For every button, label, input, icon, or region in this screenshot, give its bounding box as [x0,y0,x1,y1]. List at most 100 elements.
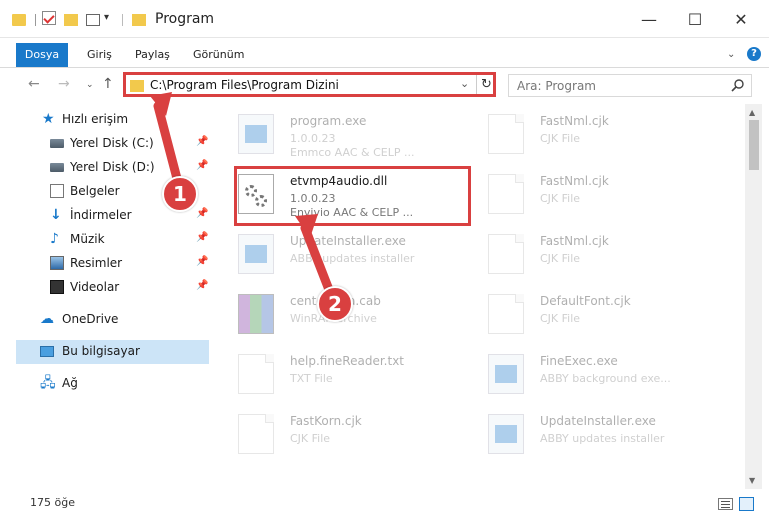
sidebar-item-onedrive[interactable]: ☁ OneDrive [0,308,210,332]
download-icon: ↓ [50,207,62,223]
title-bar: ▾ Program — ☐ ✕ [0,0,769,38]
list-item[interactable]: FastNml.cjk CJK File [472,166,712,224]
sidebar-label: Yerel Disk (D:) [70,160,155,174]
sidebar-label: Resimler [70,256,123,270]
quick-access-separator [35,14,36,26]
file-list: program.exe 1.0.0.23 Emmco AAC & CELP ..… [222,104,745,489]
properties-icon[interactable] [86,14,100,26]
documents-icon [50,184,64,198]
sidebar-item-quick-access[interactable]: ★ Hızlı erişim [0,108,210,132]
tab-share[interactable]: Paylaş [135,44,170,66]
list-item[interactable]: UpdateInstaller.exe ABBY updates install… [222,226,462,284]
list-item[interactable]: FastKorn.cjk CJK File [222,406,462,464]
list-item[interactable]: FastNml.cjk CJK File [472,106,712,164]
list-item[interactable]: help.fineReader.txt TXT File [222,346,462,404]
file-meta: 1.0.0.23 [290,132,336,145]
list-item[interactable]: FineExec.exe ABBY background exe... [472,346,712,404]
sidebar-item-music[interactable]: ♪ Müzik 📌 [0,228,210,252]
scroll-down-icon[interactable]: ▼ [749,476,755,485]
file-name: FastNml.cjk [540,234,609,248]
step-1-badge: 1 [162,176,198,212]
star-icon: ★ [42,111,55,127]
pin-icon[interactable]: 📌 [196,256,208,267]
videos-icon [50,280,64,294]
list-item[interactable]: UpdateInstaller.exe ABBY updates install… [472,406,712,464]
address-path[interactable]: C:\Program Files\Program Dizini [150,78,339,92]
close-button[interactable]: ✕ [718,6,764,32]
file-meta: ABBY updates installer [540,432,665,445]
computer-icon [40,346,54,357]
exe-icon [238,114,274,154]
details-view-icon[interactable] [718,498,733,510]
drive-icon [50,139,64,148]
ribbon: Dosya Giriş Paylaş Görünüm ⌄ ? [0,38,769,68]
list-item[interactable]: DefaultFont.cjk CJK File [472,286,712,344]
back-arrow-icon[interactable]: ← [28,76,40,92]
file-name: help.fineReader.txt [290,354,404,368]
minimize-button[interactable]: — [626,6,672,32]
search-input[interactable]: Ara: Program [508,74,752,97]
sidebar-item-pictures[interactable]: Resimler 📌 [0,252,210,276]
tab-home[interactable]: Giriş [87,44,112,66]
search-placeholder: Ara: Program [517,79,596,93]
pin-icon[interactable]: 📌 [196,136,208,147]
recent-locations-chevron-icon[interactable]: ⌄ [86,80,94,90]
maximize-button[interactable]: ☐ [672,6,718,32]
tiles-view-icon[interactable] [739,497,754,511]
file-meta: TXT File [290,372,333,385]
pin-icon[interactable]: 📌 [196,208,208,219]
expand-ribbon-icon[interactable]: ⌄ [727,49,735,60]
file-name: FastNml.cjk [540,114,609,128]
sidebar-item-network[interactable]: 🖧 Ağ [0,372,210,396]
up-arrow-icon[interactable]: ↑ [102,76,114,92]
scroll-up-icon[interactable]: ▲ [749,108,755,117]
customize-toolbar-dropdown-icon[interactable]: ▾ [104,12,109,28]
file-name: FineExec.exe [540,354,618,368]
file-name: DefaultFont.cjk [540,294,631,308]
dll-highlight-box [234,166,471,226]
window-title: Program [155,11,215,27]
navigation-bar: ← → ⌄ ↑ C:\Program Files\Program Dizini … [0,68,769,100]
vertical-scrollbar[interactable]: ▲ ▼ [745,104,762,489]
file-meta: ABBY background exe... [540,372,671,385]
text-file-icon [238,354,274,394]
file-icon [488,114,524,154]
list-item[interactable]: FastNml.cjk CJK File [472,226,712,284]
refresh-button[interactable]: ↻ [476,75,496,94]
address-dropdown-icon[interactable]: ⌄ [460,77,469,90]
sidebar-label: Yerel Disk (C:) [70,136,154,150]
search-icon[interactable] [731,78,745,92]
help-icon[interactable]: ? [747,47,761,61]
sidebar-item-local-disk-c[interactable]: Yerel Disk (C:) 📌 [0,132,210,156]
exe-icon [488,354,524,394]
pin-icon[interactable]: 📌 [196,232,208,243]
pin-icon[interactable]: 📌 [196,280,208,291]
file-name: FastKorn.cjk [290,414,362,428]
sidebar-item-videos[interactable]: Videolar 📌 [0,276,210,300]
properties-check-icon[interactable] [42,11,56,25]
tab-view[interactable]: Görünüm [193,44,244,66]
folder-icon[interactable] [12,14,26,26]
pin-icon[interactable]: 📌 [196,160,208,171]
sidebar-label: Ağ [62,376,78,390]
forward-arrow-icon[interactable]: → [58,76,70,92]
file-meta: CJK File [540,192,581,205]
address-bar[interactable]: C:\Program Files\Program Dizini ⌄ ↻ [123,72,496,97]
step-2-badge: 2 [317,286,353,322]
title-folder-icon [132,14,146,26]
title-separator [122,14,123,26]
sidebar-item-this-pc[interactable]: Bu bilgisayar [16,340,209,364]
pictures-icon [50,256,64,270]
music-icon: ♪ [50,231,59,247]
drive-icon [50,163,64,172]
list-item[interactable]: program.exe 1.0.0.23 Emmco AAC & CELP ..… [222,106,462,164]
new-folder-icon[interactable] [64,14,78,26]
scrollbar-thumb[interactable] [749,120,759,170]
file-icon [488,174,524,214]
file-meta: CJK File [540,252,581,265]
exe-icon [488,414,524,454]
tab-file[interactable]: Dosya [16,43,68,67]
network-icon: 🖧 [40,375,56,391]
sidebar-label: İndirmeler [70,208,132,222]
file-name: FastNml.cjk [540,174,609,188]
